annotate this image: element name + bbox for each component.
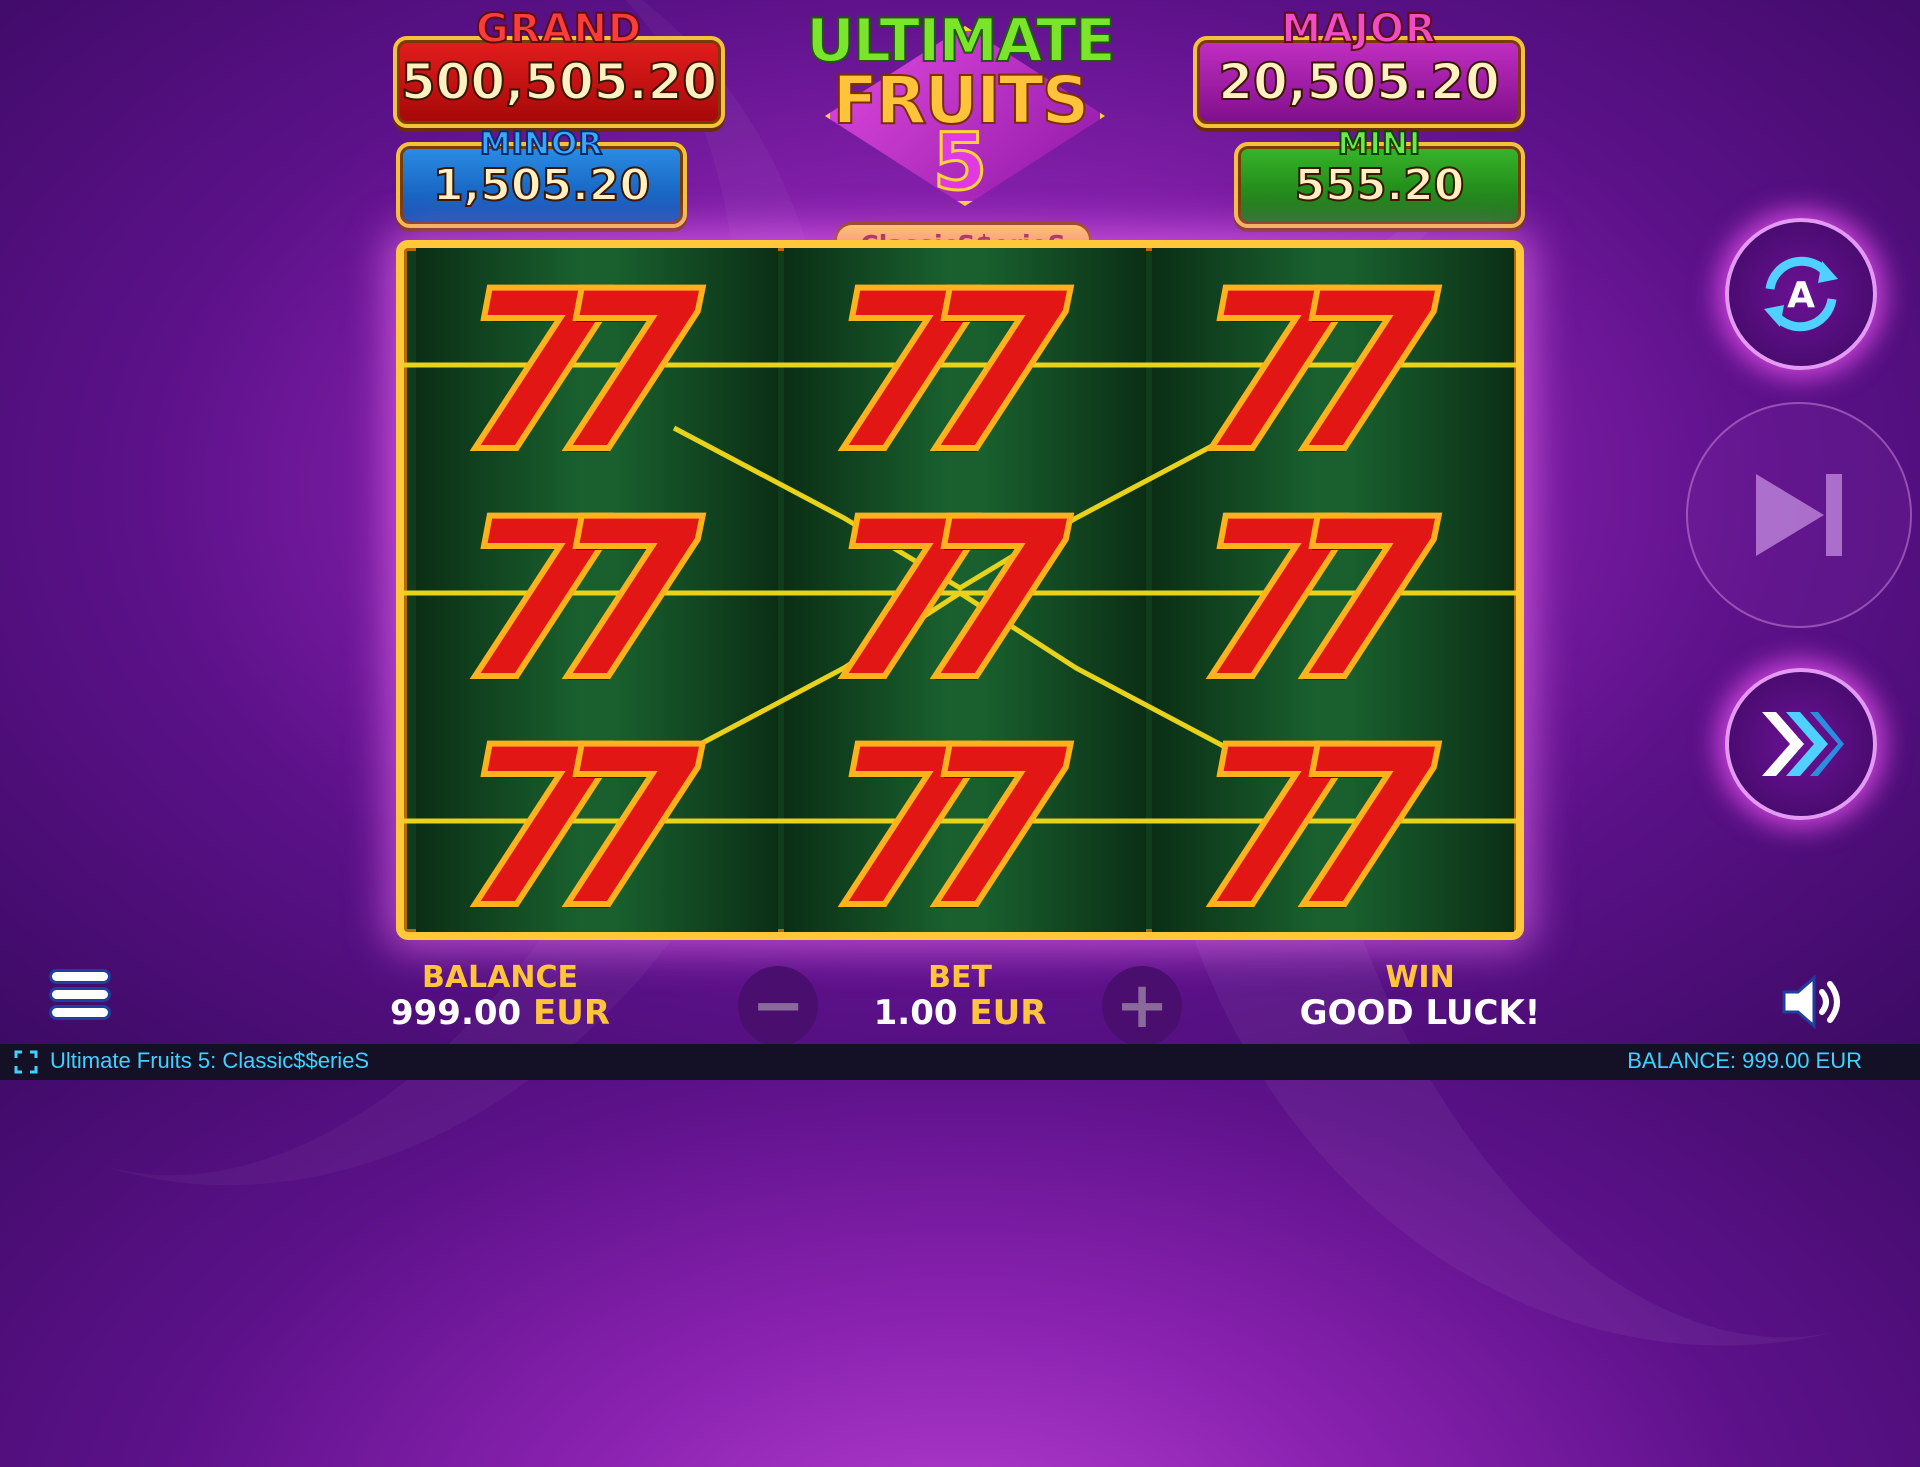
logo-line-number: 5	[931, 117, 988, 210]
bet-increase-button[interactable]: +	[1102, 966, 1182, 1046]
game-logo: ULTIMATE FRUITS 5	[765, 5, 1155, 216]
symbol-digit: 7	[1283, 472, 1442, 728]
symbol-digit: 7	[915, 244, 1074, 500]
reel-symbol-3-2: 77	[1190, 487, 1490, 713]
skip-button[interactable]	[1686, 402, 1912, 628]
reel-symbol-1-1: 77	[454, 259, 754, 485]
reel-frame: 777777777777777777	[396, 240, 1524, 940]
reel-symbol-3-3: 77	[1190, 715, 1490, 932]
symbol-digit: 7	[1283, 700, 1442, 940]
symbol-digit: 7	[547, 700, 706, 940]
skip-icon	[1756, 474, 1842, 556]
bet-currency: EUR	[969, 993, 1047, 1033]
menu-icon	[52, 972, 108, 981]
fullscreen-icon[interactable]	[14, 1050, 38, 1074]
turbo-icon	[1762, 712, 1844, 776]
jackpot-mini-label: MINI	[1337, 125, 1422, 163]
status-balance: BALANCE: 999.00 EUR	[1627, 1048, 1862, 1073]
reel-symbol-2-2: 77	[822, 487, 1122, 713]
jackpot-grand-label: GRAND	[475, 5, 643, 53]
reel-symbol-2-3: 77	[822, 715, 1122, 932]
symbol-digit: 7	[547, 244, 706, 500]
status-bar: Ultimate Fruits 5: Classic$$erieS BALANC…	[0, 1044, 1920, 1080]
sound-button[interactable]	[1780, 972, 1850, 1032]
win-value: GOOD LUCK!	[1299, 993, 1541, 1033]
menu-button[interactable]	[52, 972, 108, 1026]
reel-symbol-1-3: 77	[454, 715, 754, 932]
balance-label: BALANCE	[421, 960, 579, 995]
autoplay-icon: A	[1764, 256, 1838, 332]
reel-symbol-2-1: 77	[822, 259, 1122, 485]
autoplay-letter: A	[1787, 275, 1815, 316]
symbol-digit: 7	[1283, 244, 1442, 500]
speaker-icon	[1782, 974, 1840, 1030]
reel-symbol-3-1: 77	[1190, 259, 1490, 485]
balance-amount: 999.00	[389, 993, 522, 1033]
win-label: WIN	[1385, 960, 1455, 995]
game-title: Ultimate Fruits 5: Classic$$erieS	[50, 1048, 370, 1073]
symbol-digit: 7	[547, 472, 706, 728]
jackpot-mini: 555.20 MINI	[1234, 125, 1525, 230]
bet-value: 1.00 EUR	[840, 993, 1080, 1033]
symbol-digit: 7	[915, 472, 1074, 728]
symbol-digit: 7	[915, 700, 1074, 940]
jackpot-major: 20,505.20 MAJOR	[1193, 5, 1525, 128]
reel-symbol-1-2: 77	[454, 487, 754, 713]
jackpot-major-label: MAJOR	[1280, 5, 1437, 53]
bet-amount: 1.00	[873, 993, 958, 1033]
bet-decrease-button[interactable]: −	[738, 966, 818, 1046]
bet-label: BET	[928, 960, 992, 995]
jackpot-grand: 500,505.20 GRAND	[393, 5, 725, 128]
jackpot-minor: 1,505.20 MINOR	[396, 125, 687, 230]
jackpot-minor-label: MINOR	[479, 125, 604, 163]
balance-currency: EUR	[533, 993, 611, 1033]
turbo-spin-button[interactable]	[1725, 668, 1877, 820]
balance-value: 999.00 EUR	[370, 993, 630, 1033]
autoplay-button[interactable]: A	[1725, 218, 1877, 370]
